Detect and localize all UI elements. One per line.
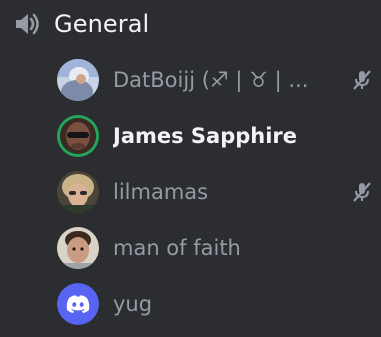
voice-user-row[interactable]: man of faith <box>52 220 374 276</box>
voice-channel-header[interactable]: General <box>8 4 373 44</box>
voice-user-name: DatBoijj (♐ | ♉ | ... <box>113 68 309 92</box>
speaker-icon <box>10 7 44 41</box>
user-avatar[interactable] <box>57 171 99 213</box>
voice-channel-name: General <box>54 10 150 38</box>
user-avatar[interactable] <box>57 227 99 269</box>
voice-user-row[interactable]: yug <box>52 276 374 332</box>
voice-user-name: James Sapphire <box>113 124 298 148</box>
voice-user-name: lilmamas <box>113 180 209 204</box>
voice-user-row[interactable]: DatBoijj (♐ | ♉ | ... <box>52 52 374 108</box>
discord-default-avatar[interactable] <box>57 283 99 325</box>
voice-user-name: man of faith <box>113 236 241 260</box>
user-avatar[interactable] <box>60 118 96 154</box>
voice-user-row[interactable]: lilmamas <box>52 164 374 220</box>
user-avatar[interactable] <box>57 59 99 101</box>
voice-user-list: DatBoijj (♐ | ♉ | ... James Sapphire lil… <box>52 52 374 332</box>
voice-user-row[interactable]: James Sapphire <box>52 108 374 164</box>
voice-user-name: yug <box>113 292 153 316</box>
mic-muted-icon <box>350 180 374 204</box>
mic-muted-icon <box>350 68 374 92</box>
voice-channel-panel: General DatBoijj (♐ | ♉ | ... James Sapp… <box>0 0 381 337</box>
